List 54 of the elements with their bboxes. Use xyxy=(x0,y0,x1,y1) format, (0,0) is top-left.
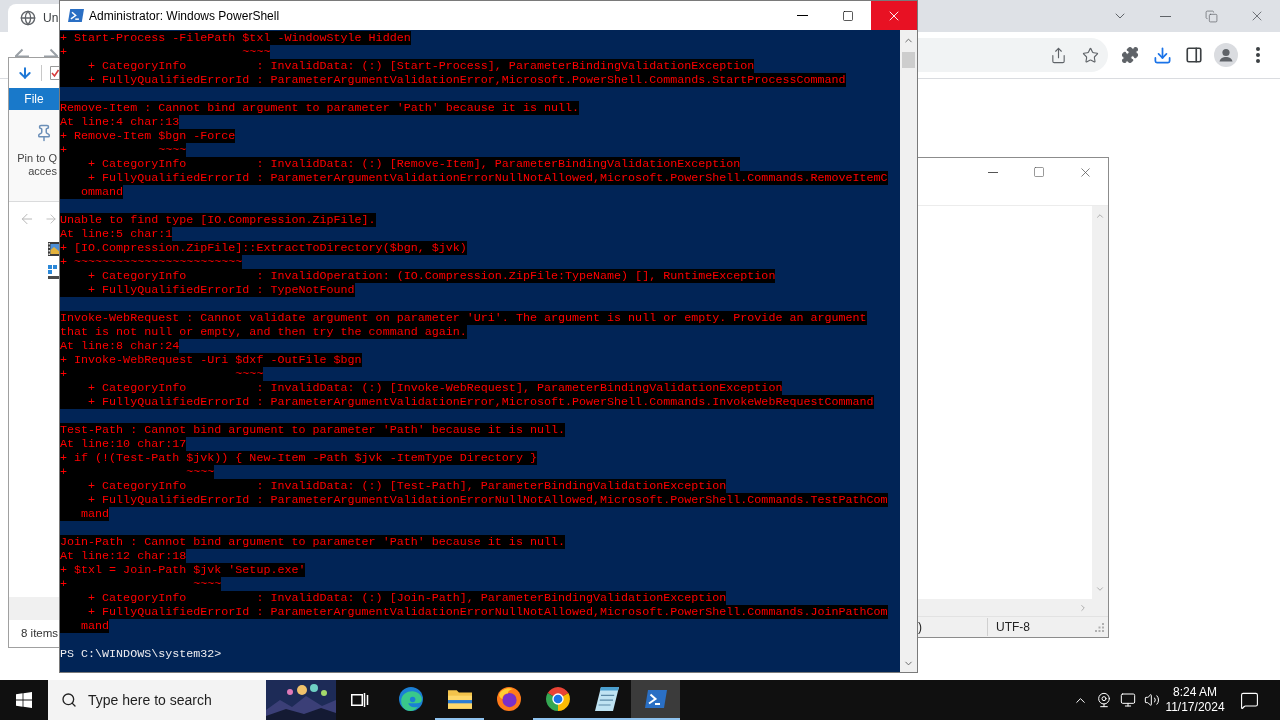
minimize-icon xyxy=(796,15,808,16)
monitor-icon xyxy=(1120,692,1136,708)
search-icon xyxy=(61,692,77,708)
horizontal-scrollbar[interactable] xyxy=(9,597,59,620)
scroll-up-icon xyxy=(1095,211,1105,221)
window-title: Administrator: Windows PowerShell xyxy=(89,7,280,25)
encoding-text: UTF-8 xyxy=(987,618,1030,636)
taskbar-app-button[interactable] xyxy=(631,680,680,720)
console-prompt: PS C:\WINDOWS\system32> xyxy=(60,647,222,661)
folder-icon xyxy=(447,689,472,709)
browser-icon xyxy=(545,687,570,711)
star-icon xyxy=(1081,46,1099,64)
avatar-icon xyxy=(1214,43,1238,67)
status-text: ) xyxy=(918,619,923,636)
minimize-icon xyxy=(988,171,998,173)
search-input[interactable]: Type here to search xyxy=(88,689,238,711)
search-field[interactable]: Type here to search xyxy=(48,680,336,720)
vertical-scrollbar[interactable] xyxy=(1092,206,1108,599)
browser-icon xyxy=(496,687,521,711)
terminal-icon xyxy=(68,8,84,23)
resize-grip-icon[interactable] xyxy=(1095,622,1104,632)
browser-icon xyxy=(398,687,423,711)
share-icon xyxy=(1049,46,1067,64)
more-icon xyxy=(1256,47,1260,63)
minimize-icon xyxy=(1159,15,1171,17)
webcam-icon xyxy=(1096,692,1112,708)
scroll-down-icon xyxy=(1095,584,1105,594)
windows-logo-icon xyxy=(16,692,32,708)
pin-button[interactable]: Pin to Q acces xyxy=(12,110,59,201)
browser-tab[interactable]: Un xyxy=(8,4,59,32)
file-tab[interactable]: File xyxy=(9,88,59,110)
horizontal-scrollbar[interactable] xyxy=(918,599,1108,616)
clock[interactable]: 8:24 AM 11/17/2024 xyxy=(1164,680,1226,720)
download-icon xyxy=(1152,45,1172,65)
maximize-icon xyxy=(1033,166,1045,178)
globe-icon xyxy=(20,10,36,26)
terminal-icon xyxy=(644,690,667,708)
speech-bubble-icon xyxy=(1239,690,1259,710)
pin-icon xyxy=(35,124,53,142)
notepad-icon xyxy=(594,687,619,711)
maximize-icon xyxy=(842,9,854,22)
scroll-right-icon xyxy=(1078,602,1088,613)
scrollbar-thumb[interactable] xyxy=(902,52,915,68)
tiles-icon[interactable] xyxy=(48,265,60,279)
puzzle-icon xyxy=(1121,46,1139,64)
item-count: 8 items xyxy=(21,625,59,641)
landscape-icon xyxy=(266,680,336,720)
vertical-scrollbar[interactable] xyxy=(900,30,917,672)
side-panel-icon xyxy=(1185,46,1203,64)
speaker-icon xyxy=(1144,692,1160,708)
restore-icon xyxy=(1204,9,1218,23)
down-arrow-icon[interactable] xyxy=(17,64,33,82)
film-icon[interactable] xyxy=(48,242,60,256)
task-view-icon xyxy=(351,692,369,708)
